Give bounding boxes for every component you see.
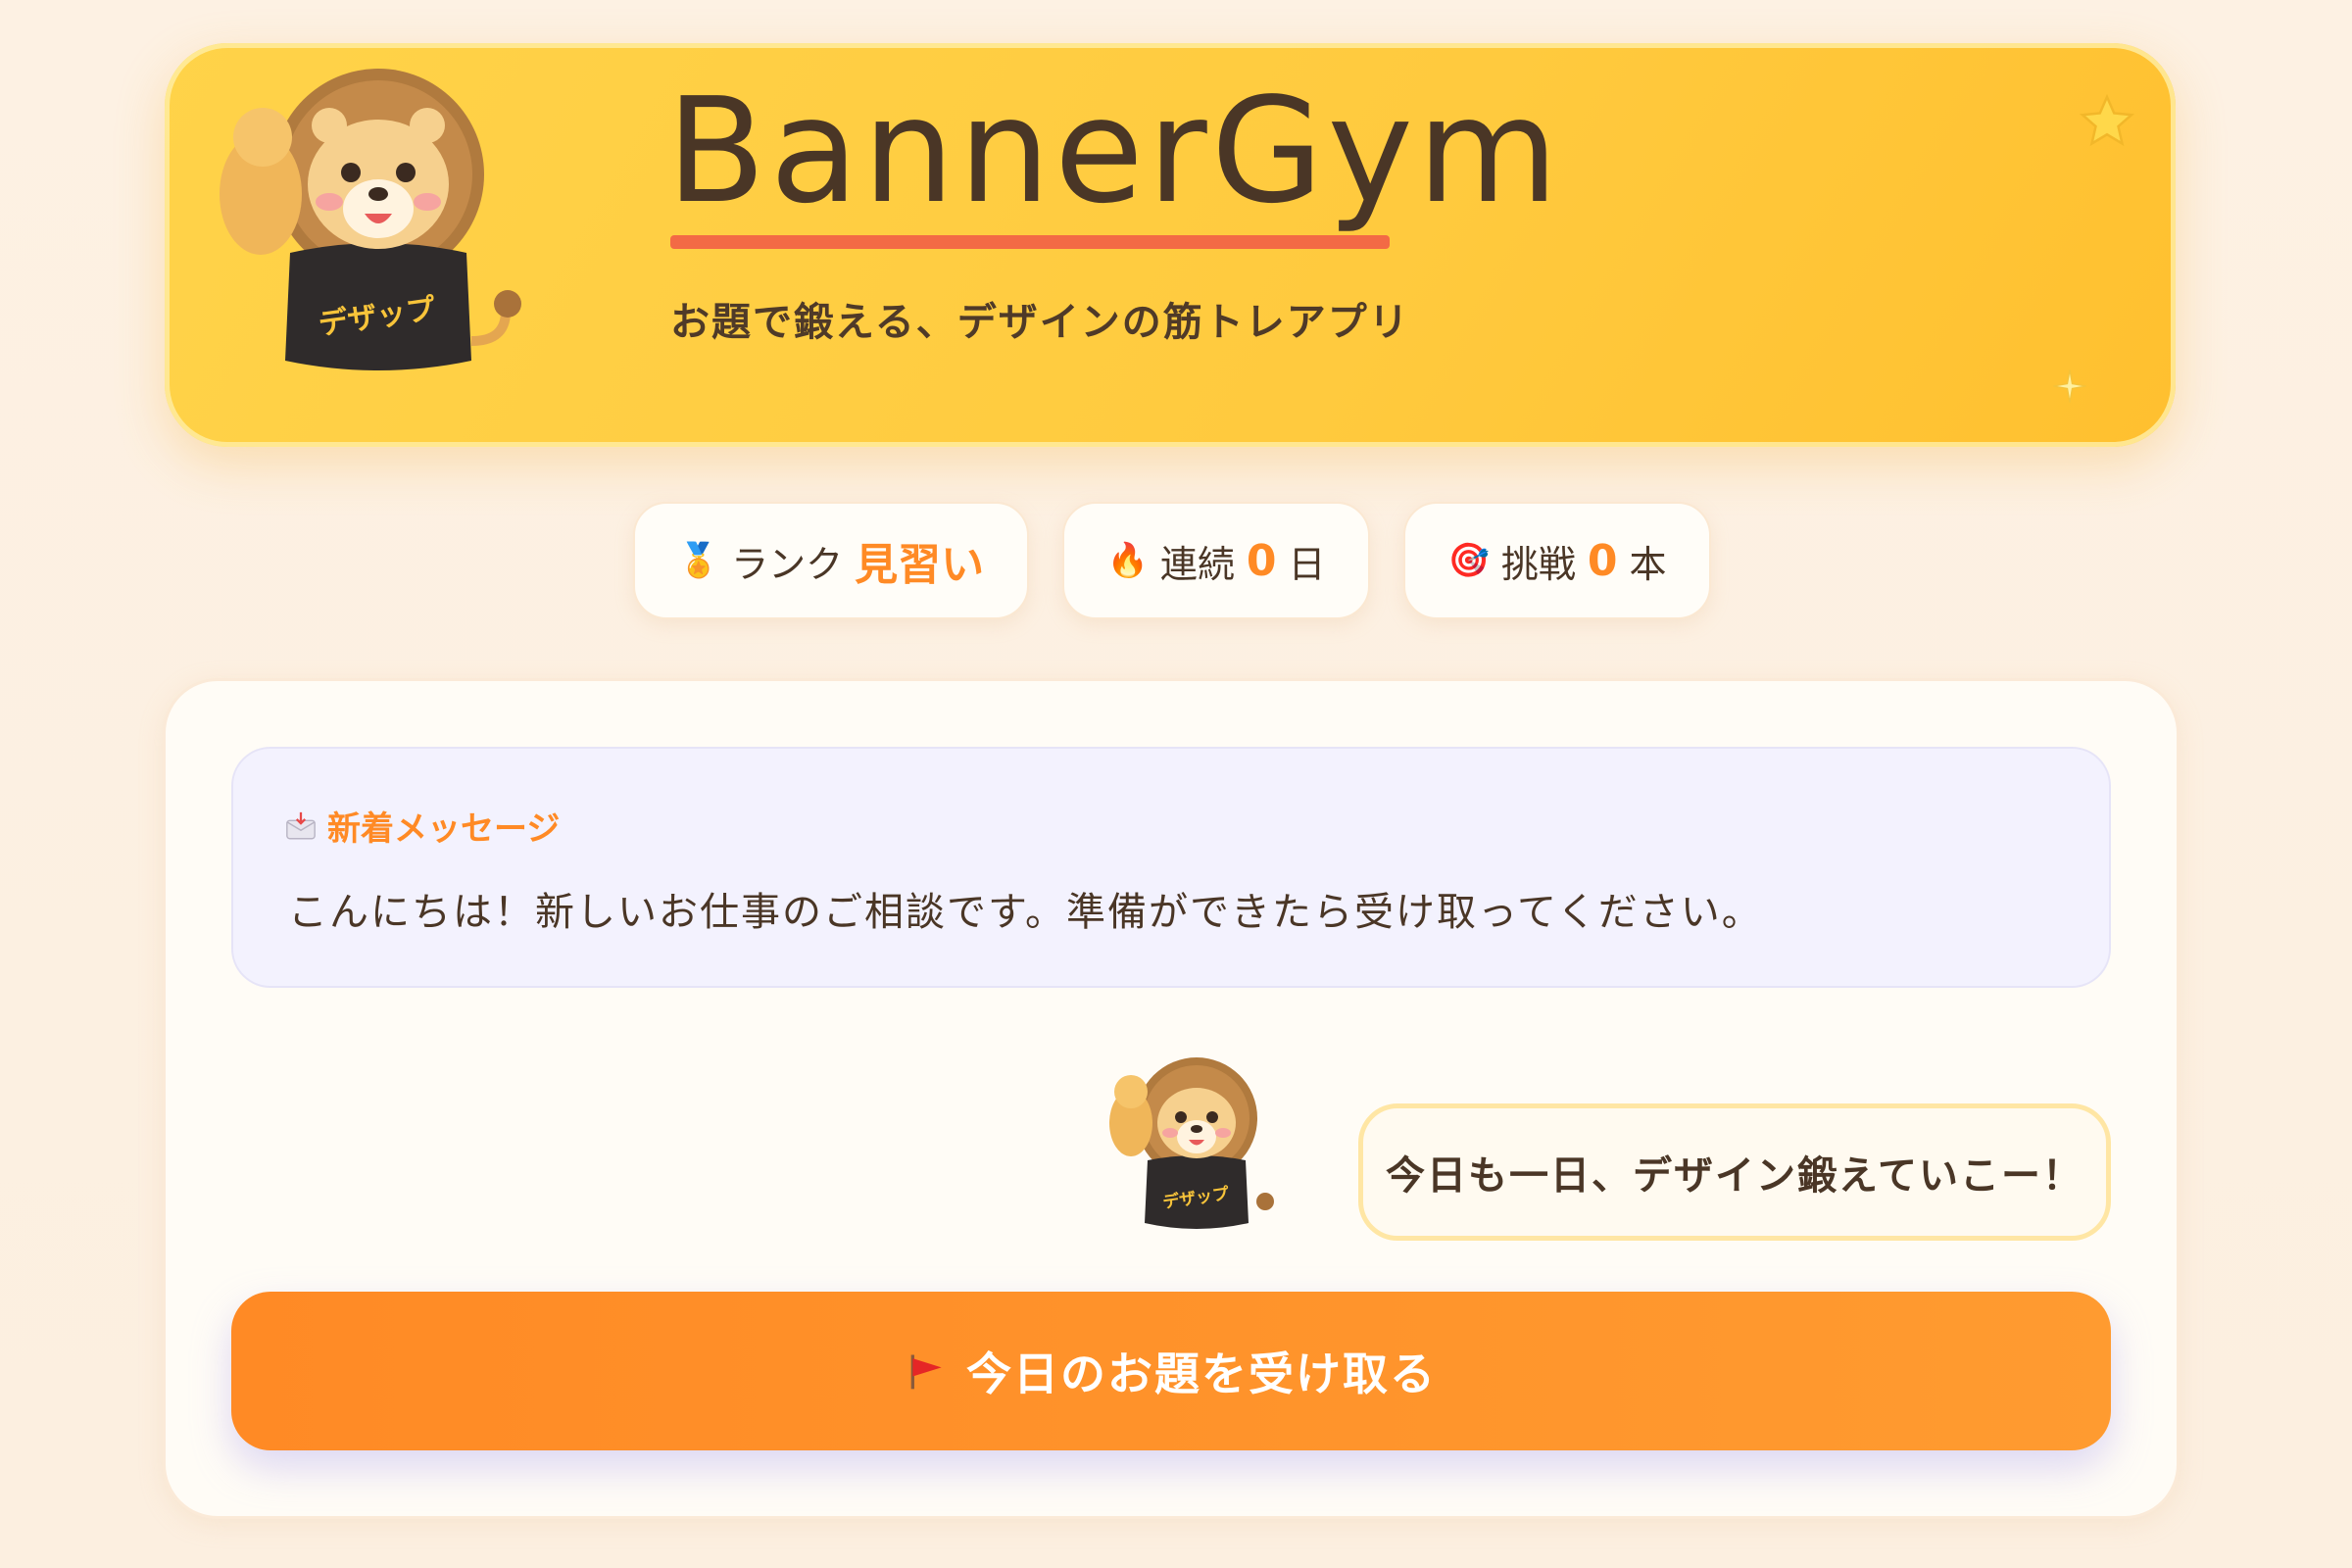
streak-stat-chip: 🔥 連続 0 日 <box>1062 502 1370 619</box>
rank-value: 見習い <box>855 540 985 590</box>
new-message-label: 新着メッセージ <box>327 809 561 849</box>
rank-label: ランク <box>731 542 844 586</box>
challenge-unit: 本 <box>1629 542 1667 586</box>
streak-unit: 日 <box>1288 542 1326 586</box>
rank-stat-chip: 🏅 ランク 見習い <box>633 502 1029 619</box>
sparkle-icon <box>2053 369 2086 403</box>
new-message-header: 新着メッセージ <box>284 802 560 850</box>
streak-label: 連続 <box>1159 542 1235 586</box>
streak-value: 0 <box>1246 535 1277 586</box>
mascot-speech-bubble: 今日も一日、デザイン鍛えていこー！ <box>1358 1103 2111 1241</box>
target-icon: 🎯 <box>1447 541 1490 580</box>
challenge-label: 挑戦 <box>1500 542 1576 586</box>
envelope-icon <box>286 811 316 839</box>
lion-mascot-illustration: デザップ <box>220 69 521 370</box>
challenge-value: 0 <box>1587 535 1618 586</box>
app-subtitle: お題で鍛える、デザインの筋トレアプリ <box>670 300 1410 345</box>
receive-today-task-button[interactable]: 今日のお題を受け取る <box>231 1292 2111 1450</box>
app-title: BannerGym <box>666 67 1563 235</box>
medal-icon: 🏅 <box>677 541 720 580</box>
flag-icon <box>910 1354 942 1390</box>
cta-label: 今日のお題を受け取る <box>966 1348 1437 1400</box>
new-message-body: こんにちは！新しいお仕事のご相談です。準備ができたら受け取ってください。 <box>288 890 1763 935</box>
star-icon <box>2079 93 2135 147</box>
lion-mascot-small: デザップ <box>1109 1057 1274 1229</box>
fire-icon: 🔥 <box>1106 541 1149 580</box>
title-underline <box>670 235 1390 249</box>
challenge-stat-chip: 🎯 挑戦 0 本 <box>1403 502 1711 619</box>
new-message-card <box>231 747 2111 988</box>
